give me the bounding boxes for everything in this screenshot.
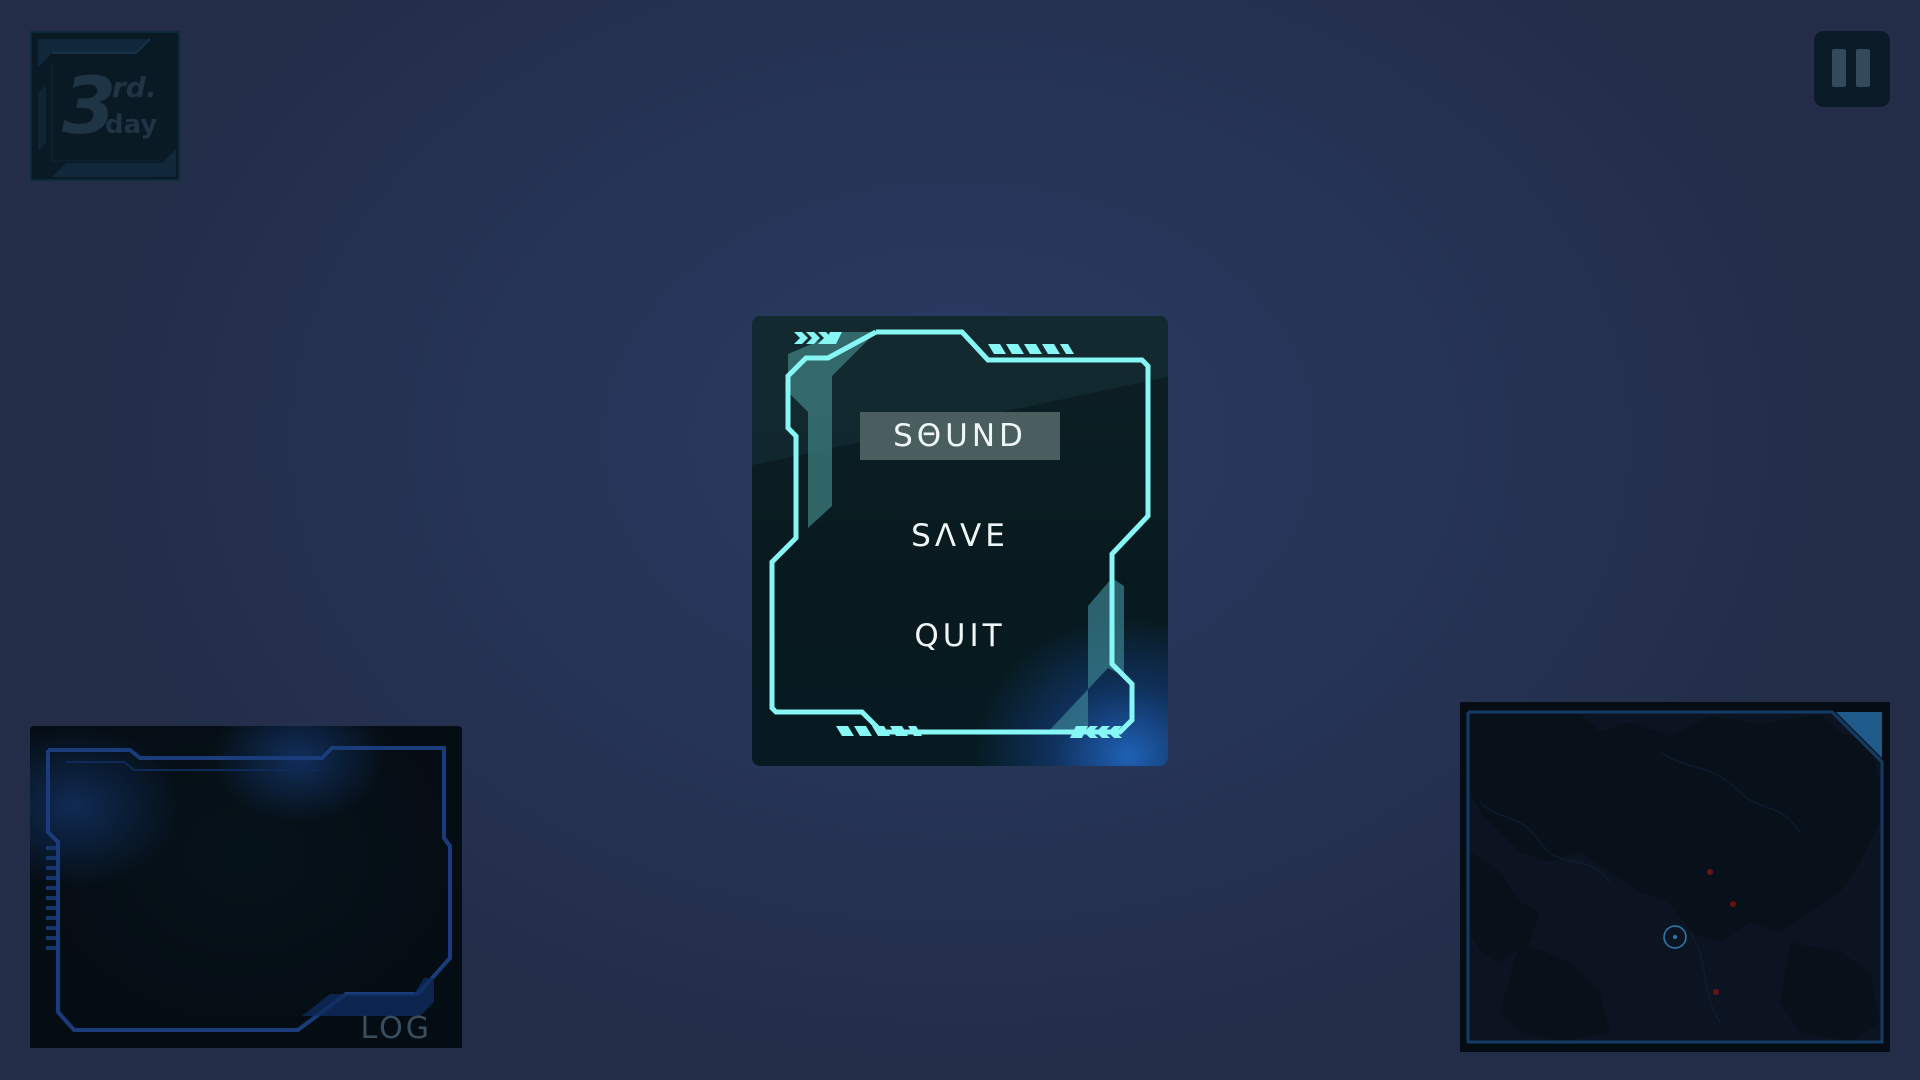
minimap [1466,710,1884,1044]
frame-chevrons-bottom-right [1070,726,1122,738]
menu-item-save[interactable]: SΛVE [860,512,1060,560]
day-label: day [105,110,158,140]
pause-icon [1832,49,1846,87]
minimap-panel[interactable] [1460,702,1890,1052]
frame-ticks-top-right [988,344,1074,354]
day-suffix: rd. [112,71,157,104]
pause-icon-bar [1856,49,1870,87]
log-panel[interactable]: LOG [30,726,462,1048]
pause-menu: SΘUND SΛVE QUIT [752,316,1168,766]
menu-item-sound[interactable]: SΘUND [860,412,1060,460]
log-label: LOG [360,1011,432,1046]
menu-item-quit[interactable]: QUIT [860,612,1060,660]
pause-button[interactable] [1814,31,1890,107]
log-panel-frame [30,726,462,1048]
day-counter: 3 rd. day [30,31,180,181]
